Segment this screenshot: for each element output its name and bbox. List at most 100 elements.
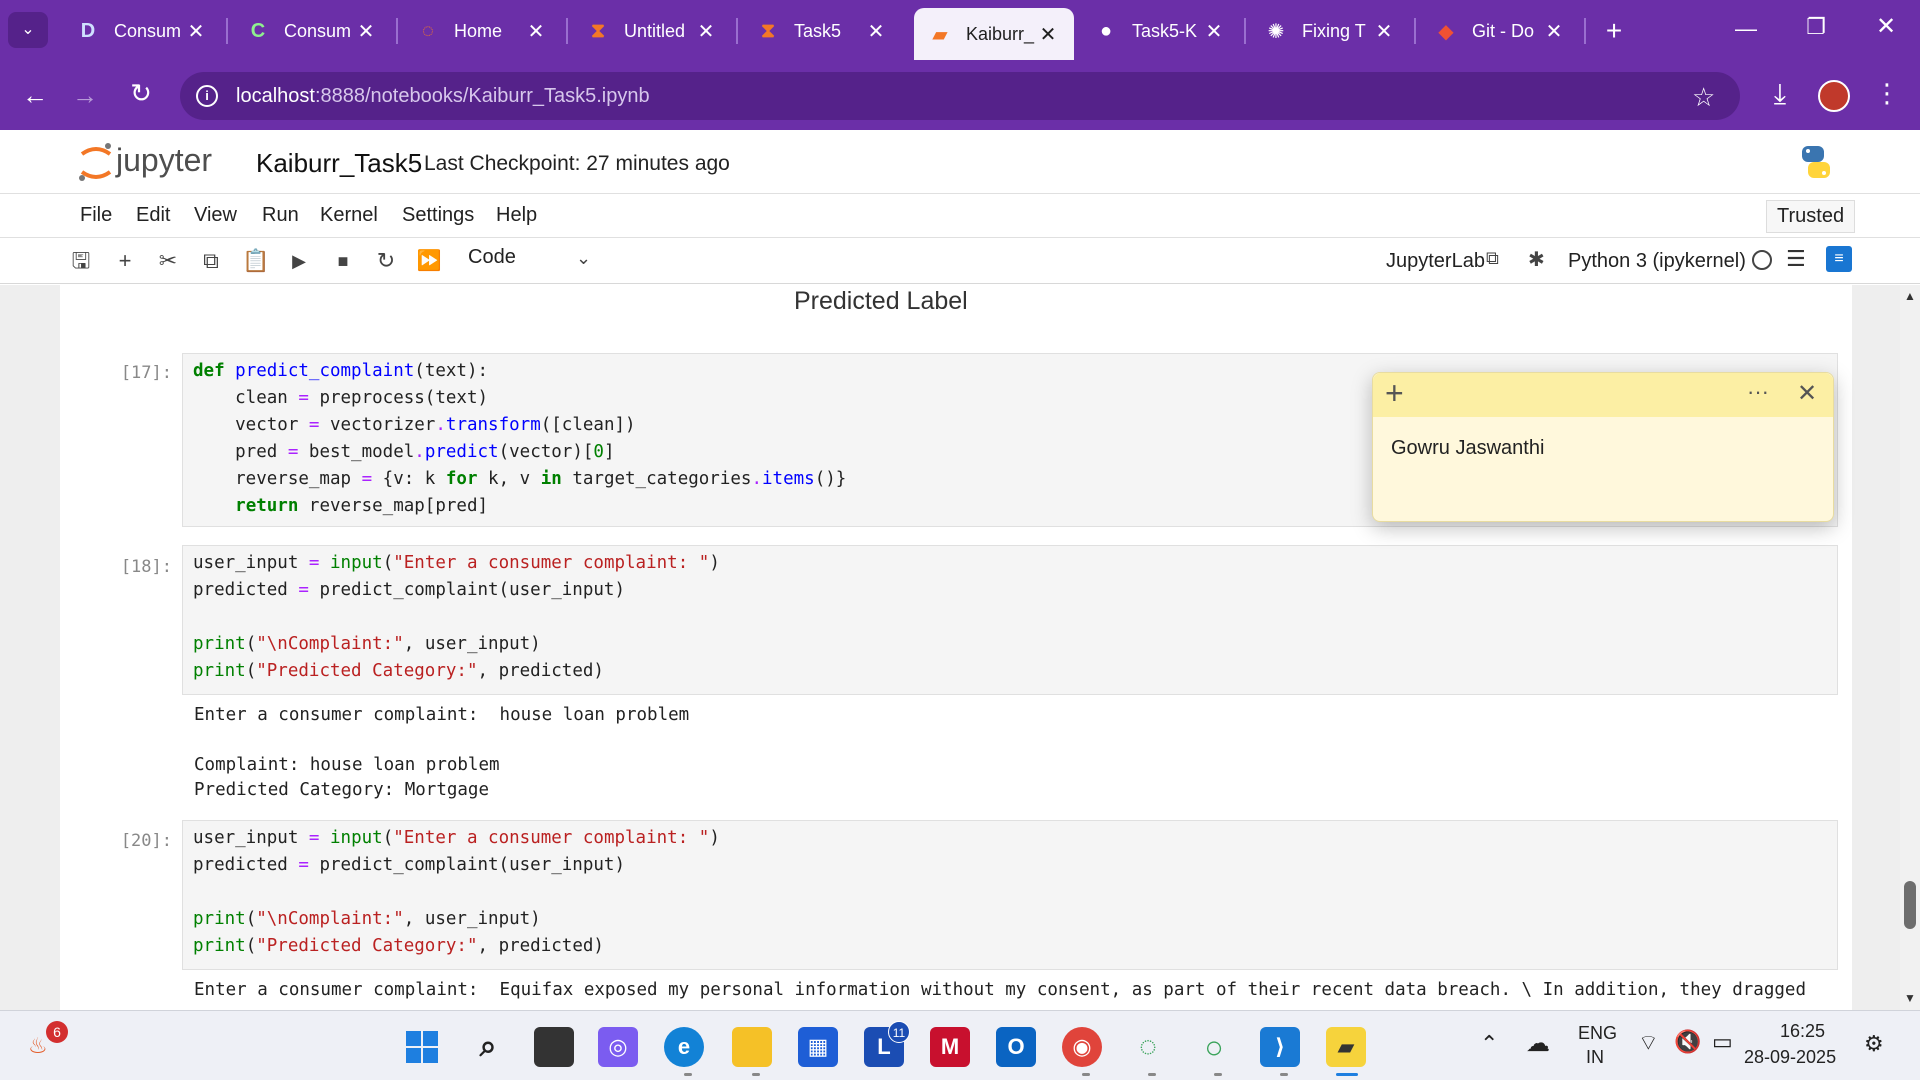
paste-icon[interactable]: 📋: [242, 248, 269, 274]
add-note-icon[interactable]: +: [1385, 375, 1404, 412]
onedrive-icon[interactable]: ☁: [1526, 1029, 1550, 1058]
close-icon[interactable]: ✕: [1372, 19, 1396, 44]
close-icon[interactable]: ✕: [864, 19, 888, 44]
download-icon[interactable]: ⤓: [1762, 78, 1798, 114]
close-icon[interactable]: ✕: [1036, 22, 1060, 47]
task-view-icon[interactable]: [534, 1027, 574, 1067]
fast-forward-icon[interactable]: ⏩: [416, 248, 442, 274]
save-icon[interactable]: 🖫: [68, 248, 94, 274]
scrollbar-thumb[interactable]: [1904, 881, 1916, 929]
search-icon[interactable]: ⌕: [468, 1027, 508, 1067]
toc-icon[interactable]: ☰: [1786, 246, 1806, 272]
tab-5-active[interactable]: ▰ Kaiburr_ ✕: [914, 8, 1074, 60]
external-link-icon[interactable]: ⧉: [1486, 248, 1499, 269]
kernel-name[interactable]: Python 3 (ipykernel): [1568, 250, 1746, 273]
scroll-down-icon[interactable]: ▼: [1904, 991, 1916, 1005]
more-options-icon[interactable]: ···: [1747, 379, 1769, 405]
add-cell-icon[interactable]: +: [112, 248, 138, 274]
forward-button[interactable]: →: [68, 80, 102, 114]
clock-date[interactable]: 28-09-2025: [1744, 1047, 1836, 1068]
url-path: :8888/notebooks/Kaiburr_Task5.ipynb: [314, 84, 650, 107]
minimize-button[interactable]: —: [1726, 16, 1766, 46]
tab-3[interactable]: ⧗ Untitled ✕: [572, 10, 732, 52]
copy-icon[interactable]: ⧉: [198, 248, 224, 274]
running-indicator: [1214, 1073, 1222, 1076]
reload-button[interactable]: ↻: [124, 78, 158, 112]
jupyter-app-icon[interactable]: ◌: [1128, 1027, 1168, 1067]
sticky-note-text[interactable]: Gowru Jaswanthi: [1391, 437, 1544, 460]
menu-file[interactable]: File: [80, 204, 112, 227]
menu-bar: File Edit View Run Kernel Settings Help …: [0, 194, 1920, 238]
wifi-icon[interactable]: ⌔: [1638, 1029, 1659, 1057]
jupyterlab-link[interactable]: JupyterLab: [1386, 250, 1485, 273]
close-icon[interactable]: ✕: [1202, 19, 1226, 44]
battery-icon[interactable]: ▭: [1712, 1029, 1733, 1055]
menu-kernel[interactable]: Kernel: [320, 204, 378, 227]
close-window-button[interactable]: ✕: [1866, 12, 1906, 42]
tab-2[interactable]: ◌ Home ✕: [402, 10, 562, 52]
tab-8[interactable]: ◆ Git - Do ✕: [1420, 10, 1580, 52]
chrome-icon[interactable]: ◉: [1062, 1027, 1102, 1067]
run-icon[interactable]: ▶: [286, 248, 312, 274]
scroll-up-icon[interactable]: ▲: [1904, 289, 1916, 303]
tab-6[interactable]: ● Task5-K ✕: [1080, 10, 1240, 52]
close-icon[interactable]: ✕: [694, 19, 718, 44]
trusted-badge[interactable]: Trusted: [1766, 200, 1856, 233]
back-button[interactable]: ←: [18, 80, 52, 114]
code-cell-editor[interactable]: user_input = input("Enter a consumer com…: [182, 820, 1838, 970]
close-icon[interactable]: ✕: [1797, 379, 1817, 408]
profile-avatar[interactable]: [1818, 80, 1850, 112]
chevron-up-icon[interactable]: ⌃: [1480, 1031, 1498, 1057]
file-explorer-icon[interactable]: [732, 1027, 772, 1067]
restart-icon[interactable]: ↻: [373, 248, 399, 274]
debugger-icon[interactable]: ✱: [1528, 247, 1545, 272]
tab-7[interactable]: ✺ Fixing T ✕: [1250, 10, 1410, 52]
vscode-icon[interactable]: ⟩: [1260, 1027, 1300, 1067]
notification-center-icon[interactable]: ⚙: [1864, 1031, 1884, 1057]
menu-view[interactable]: View: [194, 204, 237, 227]
menu-settings[interactable]: Settings: [402, 204, 474, 227]
tab-1[interactable]: C Consum ✕: [232, 10, 392, 52]
bookmark-star-icon[interactable]: ☆: [1692, 82, 1715, 113]
tab-4[interactable]: ⧗ Task5 ✕: [742, 10, 902, 52]
edge-icon[interactable]: e: [664, 1027, 704, 1067]
new-tab-button[interactable]: +: [1596, 14, 1632, 50]
microsoft-store-icon[interactable]: ▦: [798, 1027, 838, 1067]
language-indicator-bottom[interactable]: IN: [1586, 1047, 1604, 1068]
menu-help[interactable]: Help: [496, 204, 537, 227]
stop-icon[interactable]: ■: [330, 248, 356, 274]
browser-menu-icon[interactable]: ⋮: [1874, 78, 1900, 114]
close-icon[interactable]: ✕: [184, 19, 208, 44]
property-inspector-icon[interactable]: ≡: [1826, 246, 1852, 272]
cell-type-select[interactable]: Code ⌄: [468, 246, 598, 276]
tab-search-button[interactable]: ⌄: [8, 12, 48, 48]
jupyter-logo[interactable]: jupyter: [76, 140, 246, 184]
restore-button[interactable]: ❐: [1796, 14, 1836, 44]
checkpoint-status: Last Checkpoint: 27 minutes ago: [424, 152, 730, 175]
site-info-icon[interactable]: i: [196, 85, 218, 107]
tab-separator: [1244, 18, 1246, 44]
copilot-icon[interactable]: ◎: [598, 1027, 638, 1067]
cut-icon[interactable]: ✂: [155, 248, 181, 274]
close-icon[interactable]: ✕: [1542, 19, 1566, 44]
close-icon[interactable]: ✕: [524, 19, 548, 44]
tab-separator: [1414, 18, 1416, 44]
mcafee-icon[interactable]: M: [930, 1027, 970, 1067]
menu-edit[interactable]: Edit: [136, 204, 170, 227]
tab-0[interactable]: D Consum ✕: [62, 10, 222, 52]
sticky-note-window[interactable]: + ··· ✕ Gowru Jaswanthi: [1372, 372, 1834, 522]
vertical-scrollbar[interactable]: ▲ ▼: [1900, 285, 1920, 1010]
notebook-title[interactable]: Kaiburr_Task5: [256, 148, 422, 179]
outlook-icon[interactable]: O: [996, 1027, 1036, 1067]
dbt-icon: D: [80, 19, 96, 42]
start-windows-icon[interactable]: [402, 1027, 442, 1067]
clock-time[interactable]: 16:25: [1780, 1021, 1825, 1042]
code-cell-editor[interactable]: user_input = input("Enter a consumer com…: [182, 545, 1838, 695]
sticky-notes-icon[interactable]: ▰: [1326, 1027, 1366, 1067]
address-bar[interactable]: i localhost:8888/notebooks/Kaiburr_Task5…: [180, 72, 1740, 120]
close-icon[interactable]: ✕: [354, 19, 378, 44]
language-indicator-top[interactable]: ENG: [1578, 1023, 1617, 1044]
menu-run[interactable]: Run: [262, 204, 299, 227]
volume-muted-icon[interactable]: 🔇: [1674, 1029, 1701, 1055]
anaconda-icon[interactable]: ○: [1194, 1027, 1234, 1067]
